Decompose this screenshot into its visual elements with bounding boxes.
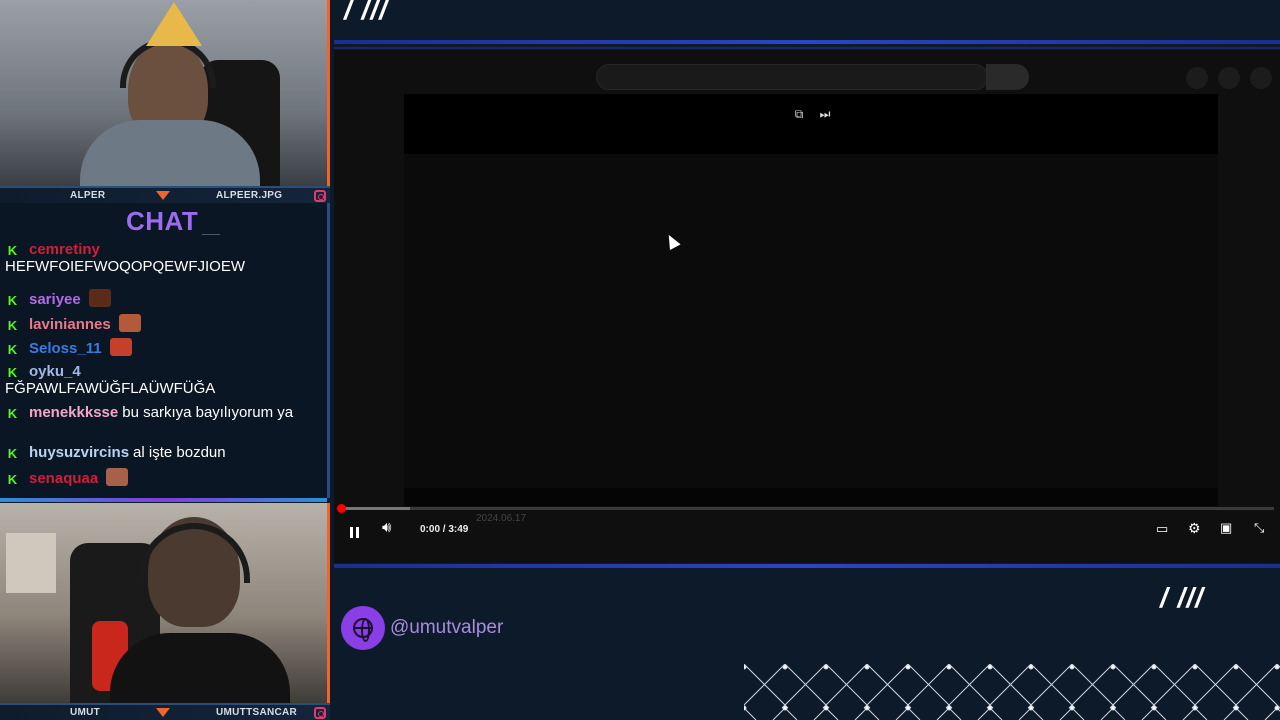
streamer-handle: ALPEER.JPG [216,190,283,201]
kick-badge-icon: K [7,293,18,308]
time-display: 0:00 / 3:49 [420,524,469,535]
webcam-frame [0,0,330,186]
video-frame [404,154,1218,488]
chat-username[interactable]: Seloss_11 [29,340,102,357]
progress-buffered [340,507,411,510]
chat-username[interactable]: sariyee [29,291,81,308]
emote-icon [106,468,129,486]
triangle-icon [156,191,170,200]
pause-button[interactable] [348,517,362,541]
chat-title: CHAT [126,206,199,236]
emote-icon [88,289,111,307]
chat-message: Kcemretiny HEFWFOIEFWOQOPQEWFJIOEW [5,241,324,275]
chat-text: al işte bozdun [133,444,226,461]
decor-slashes-top: / /// [344,0,388,25]
streamer-handle: UMUTTSANCAR [216,707,298,718]
triangle-icon [156,708,170,717]
kick-badge-icon: K [7,365,18,380]
chat-text: FĞPAWLFAWÜĞFLAÜWFÜĞA [5,380,216,397]
streamer-name: ALPER [70,190,106,201]
bottom-border [334,564,1280,568]
decor-slashes-bottom: / /// [1160,582,1204,613]
chat-message: Ksariyee [6,289,324,308]
chat-username[interactable]: senaquaa [29,470,98,487]
search-input[interactable] [596,64,988,90]
kick-badge-icon: K [7,406,18,421]
decor-diamond-net [744,664,1280,720]
subtitles-icon[interactable]: ▭ [1156,521,1168,537]
nameplate-bottom: UMUT UMUTTSANCAR [0,703,330,720]
instagram-icon [314,707,326,719]
emote-icon [118,314,141,332]
chat-title-underline [202,234,220,235]
player-topbar: ⧉ ⏭ [404,94,1218,154]
chat-text: bu sarkıya bayılıyorum ya [122,404,294,421]
top-border [334,40,1280,44]
kick-badge-icon: K [7,243,18,258]
webcam-top [0,0,330,186]
avatar[interactable] [1250,67,1272,89]
progress-scrubber[interactable] [337,504,346,513]
volume-icon[interactable]: 🔊︎ [382,520,391,536]
kick-badge-icon: K [7,342,18,357]
chat-message: Khuysuzvircins al işte bozdun [6,444,324,461]
notifications-icon[interactable] [1218,67,1240,89]
emote-icon [109,338,132,356]
webcam-frame [0,503,330,705]
instagram-icon [314,190,326,202]
globe-icon [341,606,385,650]
chat-panel: CHAT Kcemretiny HEFWFOIEFWOQOPQEWFJIOEW Ks… [0,203,330,502]
browser-video-area: ⧉ ⏭ 🔊︎ 0:00 / 3:49 2024.06.17 ▭ ⚙ ▣ ⤡ [334,50,1280,563]
kick-badge-icon: K [7,318,18,333]
chat-text: HEFWFOIEFWOQOPQEWFJIOEW [5,258,245,275]
player-controls: 🔊︎ 0:00 / 3:49 2024.06.17 ▭ ⚙ ▣ ⤡ [334,513,1280,549]
chat-message: Kmenekkksse bu sarkıya bayılıyorum ya [6,404,324,421]
progress-bar[interactable] [337,504,1274,513]
webcam-bottom [0,503,330,705]
chat-username[interactable]: oyku_4 [29,363,81,380]
search-button[interactable] [986,64,1029,90]
settings-icon[interactable]: ⚙ [1188,520,1201,536]
chat-username[interactable]: laviniannes [29,316,111,333]
fullscreen-icon[interactable]: ⤡ [1254,520,1264,536]
create-icon[interactable] [1186,67,1208,89]
chat-username[interactable]: cemretiny [29,241,100,258]
theater-mode-icon[interactable]: ▣ [1220,520,1232,536]
kick-badge-icon: K [7,446,18,461]
chat-username[interactable]: huysuzvircins [29,444,129,461]
miniplayer-icon[interactable]: ⧉ [792,107,806,121]
next-icon[interactable]: ⏭ [818,107,832,121]
top-border-secondary [334,47,1280,49]
chat-message: Klaviniannes [6,314,324,333]
kick-badge-icon: K [7,472,18,487]
nameplate-top: ALPER ALPEER.JPG [0,186,330,203]
chat-message: K Seloss_11 [6,338,324,357]
chat-message: Koyku_4 FĞPAWLFAWÜĞFLAÜWFÜĞA [5,363,324,397]
streamer-name: UMUT [70,707,101,718]
chat-message: Ksenaquaa [6,468,324,487]
chat-username[interactable]: menekkksse [29,404,118,421]
video-player[interactable]: ⧉ ⏭ [404,94,1218,506]
social-handle: @umutvalper [390,617,504,638]
video-date: 2024.06.17 [476,513,527,524]
